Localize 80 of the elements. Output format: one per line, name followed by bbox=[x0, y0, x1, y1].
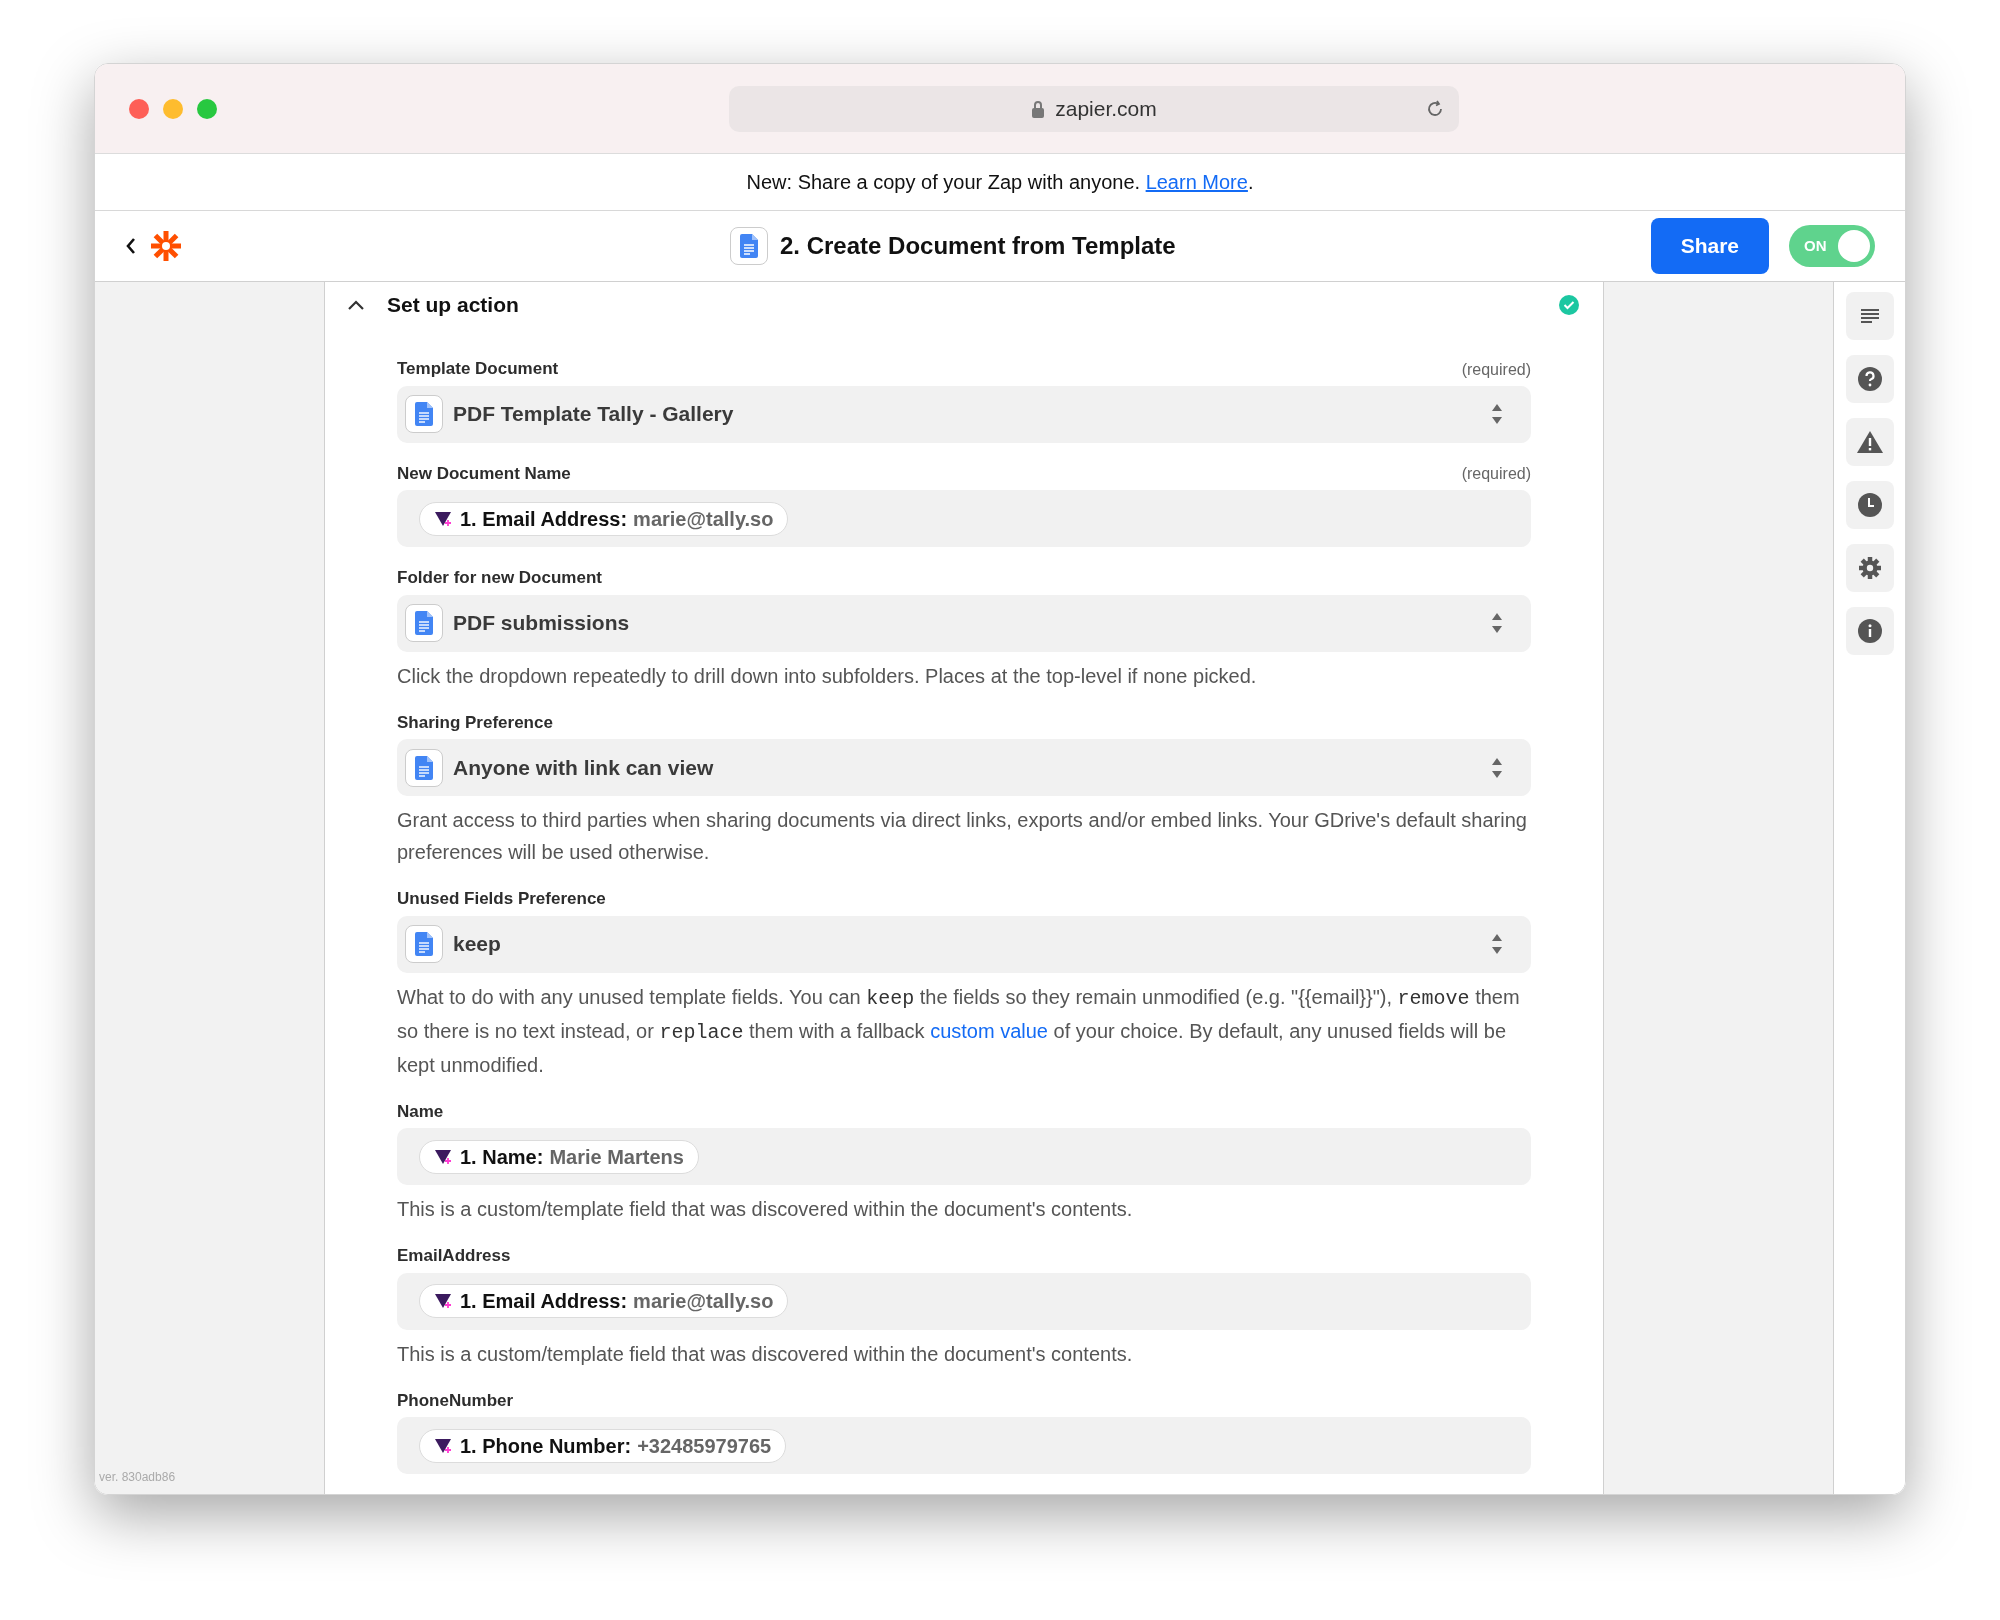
help-text: This is a custom/template field that was discovered within the document's contents. bbox=[397, 1341, 1134, 1367]
dropdown-field[interactable]: Anyone with link can view bbox=[397, 739, 1531, 796]
dropdown-value: PDF Template Tally - Gallery bbox=[453, 401, 734, 428]
field-label: PhoneNumber bbox=[397, 1389, 514, 1412]
mapped-field-input[interactable]: 1. Email Address: marie@tally.so bbox=[397, 490, 1531, 547]
custom-value-link[interactable]: custom value bbox=[930, 1019, 1048, 1042]
pill-value: marie@tally.so bbox=[633, 506, 774, 532]
clock-icon bbox=[1857, 493, 1882, 517]
field-label: EmailAddress bbox=[397, 1245, 511, 1267]
settings-button[interactable] bbox=[1845, 544, 1894, 592]
field-label: Template Document bbox=[397, 358, 559, 380]
dropdown-field[interactable]: keep bbox=[397, 915, 1531, 973]
up-down-arrows-icon bbox=[1491, 612, 1503, 634]
field-label: Name bbox=[397, 1100, 444, 1123]
asterisk-logo-icon[interactable] bbox=[149, 229, 183, 263]
lock-icon bbox=[1031, 99, 1046, 118]
document-app-icon bbox=[730, 227, 768, 265]
field-label: Unused Fields Preference bbox=[397, 888, 606, 910]
document-icon bbox=[405, 604, 443, 642]
pill-value: +32485979765 bbox=[637, 1433, 772, 1459]
url-text: zapier.com bbox=[1055, 95, 1157, 122]
info-button[interactable] bbox=[1845, 607, 1894, 655]
document-icon bbox=[405, 395, 443, 433]
warning-icon bbox=[1856, 431, 1883, 453]
dropdown-value: PDF submissions bbox=[453, 610, 630, 637]
pill-value: marie@tally.so bbox=[633, 1289, 774, 1314]
help-text: This is a custom/template field that was discovered within the document's contents. bbox=[397, 1197, 1134, 1222]
question-mark-icon bbox=[1857, 367, 1882, 391]
learn-more-link[interactable]: Learn More bbox=[1145, 171, 1248, 193]
document-icon bbox=[405, 925, 443, 963]
mapped-value-pill[interactable]: 1. Email Address: marie@tally.so bbox=[419, 501, 789, 536]
up-down-arrows-icon bbox=[1491, 933, 1503, 955]
tally-app-icon bbox=[434, 510, 454, 527]
help-button[interactable] bbox=[1845, 355, 1894, 403]
lines-icon bbox=[1859, 308, 1880, 324]
address-bar[interactable]: zapier.com bbox=[729, 85, 1459, 132]
reload-icon[interactable] bbox=[1425, 98, 1445, 119]
document-icon bbox=[405, 748, 443, 787]
mapped-value-pill[interactable]: 1. Phone Number: +32485979765 bbox=[419, 1428, 787, 1463]
required-note: (required) bbox=[1461, 464, 1531, 484]
pill-label: 1. Name: bbox=[460, 1144, 544, 1170]
pill-label: 1. Phone Number: bbox=[460, 1433, 632, 1459]
help-text: Grant access to third parties when sharing documents via direct links, exports and/or embed links. Your GDrive's default sharing preferences will be used otherwise. bbox=[397, 808, 1528, 865]
field-label: New Document Name bbox=[397, 462, 571, 485]
required-note: (required) bbox=[1461, 359, 1531, 380]
up-down-arrows-icon bbox=[1491, 756, 1503, 779]
warning-button[interactable] bbox=[1845, 418, 1894, 466]
up-down-arrows-icon bbox=[1491, 403, 1503, 425]
info-icon bbox=[1857, 619, 1882, 643]
dropdown-value: keep bbox=[453, 931, 501, 958]
mapped-field-input[interactable]: 1. Name: Marie Martens bbox=[397, 1128, 1531, 1185]
announcement-text: New: Share a copy of your Zap with anyone. Learn More. bbox=[746, 170, 1254, 195]
mapped-value-pill[interactable]: 1. Name: Marie Martens bbox=[419, 1139, 699, 1174]
pill-label: 1. Email Address: bbox=[460, 506, 628, 532]
tally-app-icon bbox=[434, 1293, 454, 1309]
collapse-chevron-icon[interactable] bbox=[347, 299, 365, 311]
settings-icon bbox=[1857, 556, 1882, 580]
toggle-knob bbox=[1838, 230, 1870, 262]
mapped-field-input[interactable]: 1. Email Address: marie@tally.so bbox=[397, 1272, 1531, 1330]
share-button[interactable]: Share bbox=[1650, 218, 1769, 274]
mapped-field-input[interactable]: 1. Phone Number: +32485979765 bbox=[397, 1417, 1531, 1474]
history-button[interactable] bbox=[1845, 481, 1894, 529]
back-chevron-icon[interactable] bbox=[125, 236, 137, 256]
section-title: Set up action bbox=[387, 292, 519, 319]
mapped-value-pill[interactable]: 1. Email Address: marie@tally.so bbox=[419, 1284, 789, 1318]
field-label: Sharing Preference bbox=[397, 711, 553, 734]
dropdown-field[interactable]: PDF Template Tally - Gallery bbox=[397, 385, 1531, 443]
help-text: Click the dropdown repeatedly to drill down into subfolders. Places at the top-level if none picked. bbox=[397, 663, 1258, 689]
details-list-button[interactable] bbox=[1845, 292, 1894, 340]
help-text: What to do with any unused template fields. You can keep the fields so they remain unmodified (e.g. "{{email}}"), remove them so there is no text instead, or replace them with a fallback custom value of your choice. By default, any unused fields will be kept unmodified. bbox=[397, 984, 1521, 1078]
pill-label: 1. Email Address: bbox=[460, 1289, 628, 1314]
field-label: Folder for new Document bbox=[397, 567, 602, 589]
dropdown-field[interactable]: PDF submissions bbox=[397, 594, 1531, 652]
tally-app-icon bbox=[434, 1437, 454, 1454]
dropdown-value: Anyone with link can view bbox=[453, 754, 714, 781]
pill-value: Marie Martens bbox=[549, 1144, 684, 1170]
version-text: ver. 830adb86 bbox=[99, 1469, 177, 1486]
zap-step-title: 2. Create Document from Template bbox=[780, 231, 1176, 261]
tally-app-icon bbox=[434, 1148, 454, 1165]
close-window-button[interactable] bbox=[129, 98, 149, 119]
